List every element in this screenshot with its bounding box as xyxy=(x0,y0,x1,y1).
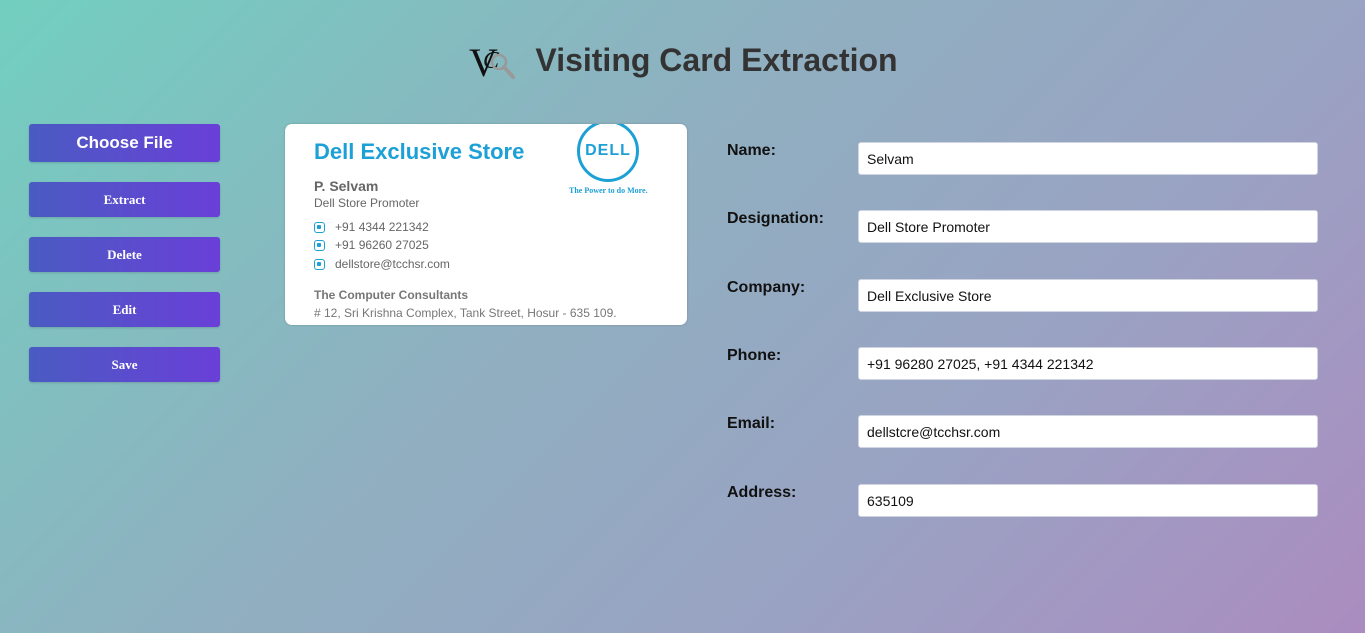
card-phone-1-text: +91 4344 221342 xyxy=(335,220,429,234)
page-title: Visiting Card Extraction xyxy=(535,41,898,78)
card-person-name: P. Selvam xyxy=(314,178,379,194)
card-phone-2: +91 96260 27025 xyxy=(314,238,429,252)
card-email: dellstore@tcchsr.com xyxy=(314,257,450,271)
designation-field[interactable] xyxy=(858,210,1318,243)
card-role: Dell Store Promoter xyxy=(314,196,420,210)
delete-button[interactable]: Delete xyxy=(29,237,220,272)
phone-label: Phone: xyxy=(727,347,782,364)
name-field[interactable] xyxy=(858,142,1318,175)
phone-icon xyxy=(314,221,325,233)
address-label: Address: xyxy=(727,484,797,501)
card-address: # 12, Sri Krishna Complex, Tank Street, … xyxy=(314,306,617,320)
mobile-icon xyxy=(314,239,325,251)
company-field[interactable] xyxy=(858,279,1318,312)
card-email-text: dellstore@tcchsr.com xyxy=(335,257,450,271)
vc-logo-icon: V C xyxy=(467,38,517,85)
choose-file-button[interactable]: Choose File xyxy=(29,124,220,162)
card-company: Dell Exclusive Store xyxy=(314,139,525,164)
email-field[interactable] xyxy=(858,415,1318,448)
email-label: Email: xyxy=(727,415,776,432)
page-header: V C Visiting Card Extraction xyxy=(0,38,1365,85)
dell-logo-icon: DELL xyxy=(577,124,639,182)
card-phone-2-text: +91 96260 27025 xyxy=(335,238,429,252)
name-label: Name: xyxy=(727,142,776,159)
edit-button[interactable]: Edit xyxy=(29,292,220,327)
save-button[interactable]: Save xyxy=(29,347,220,382)
email-icon xyxy=(314,258,325,270)
card-phone-1: +91 4344 221342 xyxy=(314,220,429,234)
phone-field[interactable] xyxy=(858,347,1318,380)
visiting-card-image: Dell Exclusive Store DELL The Power to d… xyxy=(285,124,687,325)
card-org: The Computer Consultants xyxy=(314,288,469,302)
card-tagline: The Power to do More. xyxy=(569,186,648,195)
designation-label: Designation: xyxy=(727,210,824,227)
company-label: Company: xyxy=(727,279,806,296)
address-field[interactable] xyxy=(858,484,1318,517)
extract-button[interactable]: Extract xyxy=(29,182,220,217)
